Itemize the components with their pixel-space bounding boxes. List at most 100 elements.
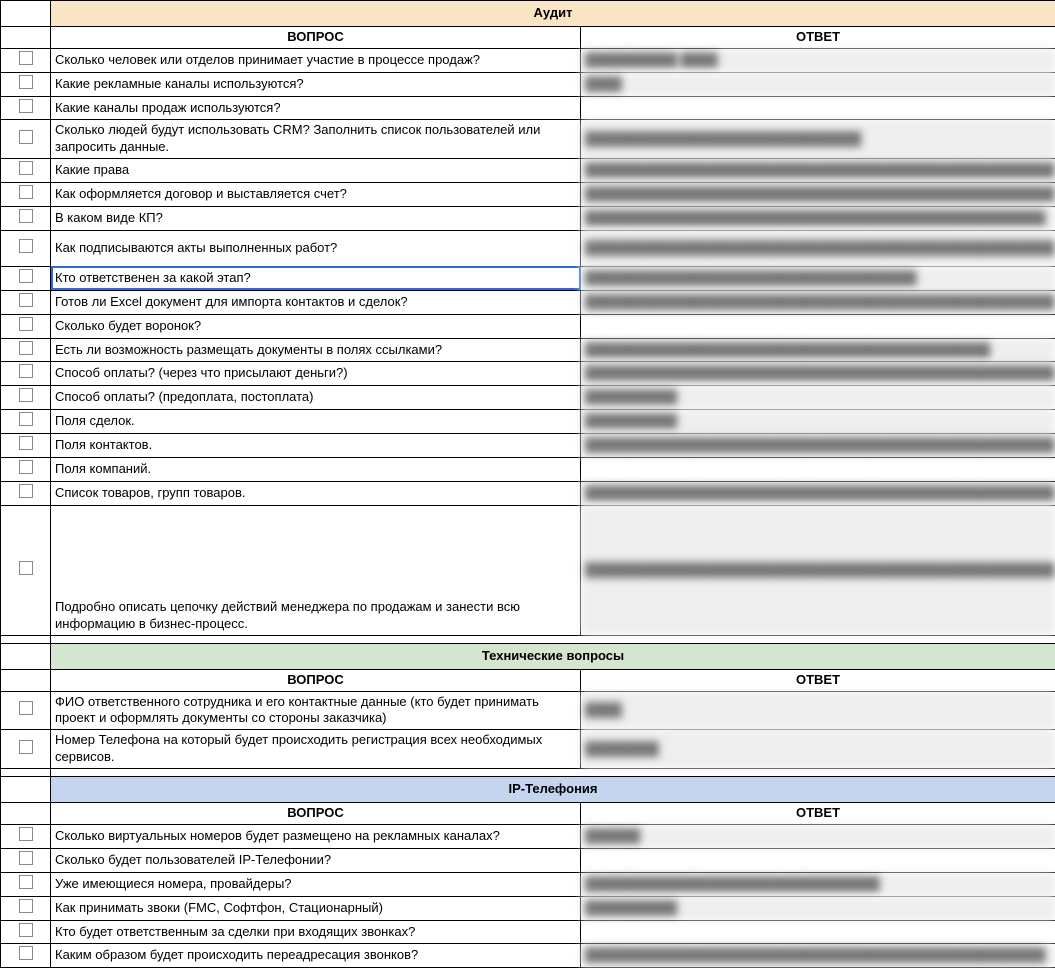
checkbox-icon[interactable] [19, 269, 33, 283]
checkbox-icon[interactable] [19, 875, 33, 889]
question-cell[interactable]: Сколько людей будут использовать CRM? За… [51, 120, 581, 159]
answer-cell[interactable]: ████ [581, 691, 1055, 730]
answer-cell[interactable] [581, 848, 1055, 872]
question-cell[interactable]: Каким образом будет происходить переадре… [51, 944, 581, 968]
question-cell[interactable]: Поля сделок. [51, 410, 581, 434]
checkbox-icon[interactable] [19, 561, 33, 575]
answer-cell[interactable]: ████████████████████████████████████████… [581, 230, 1055, 266]
checkbox-icon[interactable] [19, 701, 33, 715]
question-cell[interactable]: В каком виде КП? [51, 207, 581, 231]
checkbox-cell[interactable] [1, 183, 51, 207]
answer-cell[interactable]: ████████████████████████████████████████… [581, 338, 1055, 362]
checkbox-cell[interactable] [1, 72, 51, 96]
question-cell[interactable]: Подробно описать цепочку действий менедж… [51, 505, 581, 635]
question-cell[interactable]: Сколько будет пользователей IP-Телефонии… [51, 848, 581, 872]
question-cell[interactable]: Способ оплаты? (предоплата, постоплата) [51, 386, 581, 410]
checkbox-icon[interactable] [19, 130, 33, 144]
answer-cell[interactable] [581, 920, 1055, 944]
question-cell[interactable]: Сколько человек или отделов принимает уч… [51, 48, 581, 72]
question-cell[interactable]: Кто будет ответственным за сделки при вх… [51, 920, 581, 944]
question-cell[interactable]: Какие каналы продаж используются? [51, 96, 581, 120]
question-cell[interactable]: Какие права [51, 159, 581, 183]
checkbox-cell[interactable] [1, 920, 51, 944]
checkbox-cell[interactable] [1, 410, 51, 434]
checkbox-cell[interactable] [1, 207, 51, 231]
question-cell[interactable]: Кто ответственен за какой этап? [51, 266, 581, 290]
question-cell[interactable]: Как принимать звоки (FMC, Софтфон, Стаци… [51, 896, 581, 920]
checkbox-icon[interactable] [19, 364, 33, 378]
checkbox-cell[interactable] [1, 48, 51, 72]
answer-cell[interactable]: ████████ [581, 730, 1055, 769]
checkbox-icon[interactable] [19, 740, 33, 754]
checkbox-cell[interactable] [1, 730, 51, 769]
checkbox-cell[interactable] [1, 266, 51, 290]
checkbox-cell[interactable] [1, 434, 51, 458]
question-cell[interactable]: Как подписываются акты выполненных работ… [51, 230, 581, 266]
checkbox-icon[interactable] [19, 209, 33, 223]
checkbox-cell[interactable] [1, 290, 51, 314]
checkbox-cell[interactable] [1, 338, 51, 362]
checkbox-icon[interactable] [19, 99, 33, 113]
answer-cell[interactable]: ██████████ [581, 386, 1055, 410]
question-cell[interactable]: Поля контактов. [51, 434, 581, 458]
answer-cell[interactable]: ████████████████████████████████████████… [581, 159, 1055, 183]
checkbox-icon[interactable] [19, 851, 33, 865]
checkbox-cell[interactable] [1, 848, 51, 872]
checkbox-icon[interactable] [19, 827, 33, 841]
checkbox-icon[interactable] [19, 161, 33, 175]
checkbox-cell[interactable] [1, 896, 51, 920]
checkbox-icon[interactable] [19, 412, 33, 426]
answer-cell[interactable]: ██████ [581, 824, 1055, 848]
checkbox-icon[interactable] [19, 51, 33, 65]
answer-cell[interactable]: ██████████ ████ [581, 48, 1055, 72]
answer-cell[interactable]: ██████████████████████████████ [581, 120, 1055, 159]
answer-cell[interactable]: ██████████ [581, 896, 1055, 920]
answer-cell[interactable] [581, 96, 1055, 120]
checkbox-icon[interactable] [19, 239, 33, 253]
checkbox-icon[interactable] [19, 75, 33, 89]
checkbox-cell[interactable] [1, 96, 51, 120]
checkbox-icon[interactable] [19, 341, 33, 355]
question-cell[interactable]: Какие рекламные каналы используются? [51, 72, 581, 96]
answer-cell[interactable] [581, 314, 1055, 338]
checkbox-cell[interactable] [1, 362, 51, 386]
question-cell[interactable]: Готов ли Excel документ для импорта конт… [51, 290, 581, 314]
answer-cell[interactable]: ██████████ [581, 410, 1055, 434]
answer-cell[interactable]: ████████████████████████████████████████… [581, 207, 1055, 231]
answer-cell[interactable]: ████████████████████████████████████████… [581, 481, 1055, 505]
question-cell[interactable]: Способ оплаты? (через что присылают день… [51, 362, 581, 386]
answer-cell[interactable]: ████████████████████████████████ [581, 872, 1055, 896]
checkbox-icon[interactable] [19, 899, 33, 913]
checkbox-icon[interactable] [19, 436, 33, 450]
question-cell[interactable]: ФИО ответственного сотрудника и его конт… [51, 691, 581, 730]
answer-cell[interactable]: ████████████████████████████████████████… [581, 183, 1055, 207]
checkbox-icon[interactable] [19, 460, 33, 474]
question-cell[interactable]: Номер Телефона на который будет происход… [51, 730, 581, 769]
answer-cell[interactable]: ████████████████████████████████████████… [581, 362, 1055, 386]
answer-cell[interactable]: ████████████████████████████████████████… [581, 505, 1055, 635]
checkbox-cell[interactable] [1, 505, 51, 635]
checkbox-icon[interactable] [19, 388, 33, 402]
checkbox-icon[interactable] [19, 923, 33, 937]
question-cell[interactable]: Поля компаний. [51, 458, 581, 482]
question-cell[interactable]: Есть ли возможность размещать документы … [51, 338, 581, 362]
answer-cell[interactable]: ████████████████████████████████████████… [581, 944, 1055, 968]
checkbox-icon[interactable] [19, 293, 33, 307]
answer-cell[interactable] [581, 458, 1055, 482]
checkbox-cell[interactable] [1, 314, 51, 338]
answer-cell[interactable]: ████ [581, 72, 1055, 96]
checkbox-cell[interactable] [1, 230, 51, 266]
checkbox-icon[interactable] [19, 946, 33, 960]
checkbox-cell[interactable] [1, 872, 51, 896]
question-cell[interactable]: Сколько будет воронок? [51, 314, 581, 338]
answer-cell[interactable]: ████████████████████████████████████████… [581, 434, 1055, 458]
answer-cell[interactable]: ████████████████████████████████████ [581, 266, 1055, 290]
question-cell[interactable]: Уже имеющиеся номера, провайдеры? [51, 872, 581, 896]
checkbox-icon[interactable] [19, 317, 33, 331]
checkbox-icon[interactable] [19, 484, 33, 498]
checkbox-cell[interactable] [1, 691, 51, 730]
checkbox-icon[interactable] [19, 185, 33, 199]
checkbox-cell[interactable] [1, 120, 51, 159]
question-cell[interactable]: Сколько виртуальных номеров будет размещ… [51, 824, 581, 848]
question-cell[interactable]: Список товаров, групп товаров. [51, 481, 581, 505]
